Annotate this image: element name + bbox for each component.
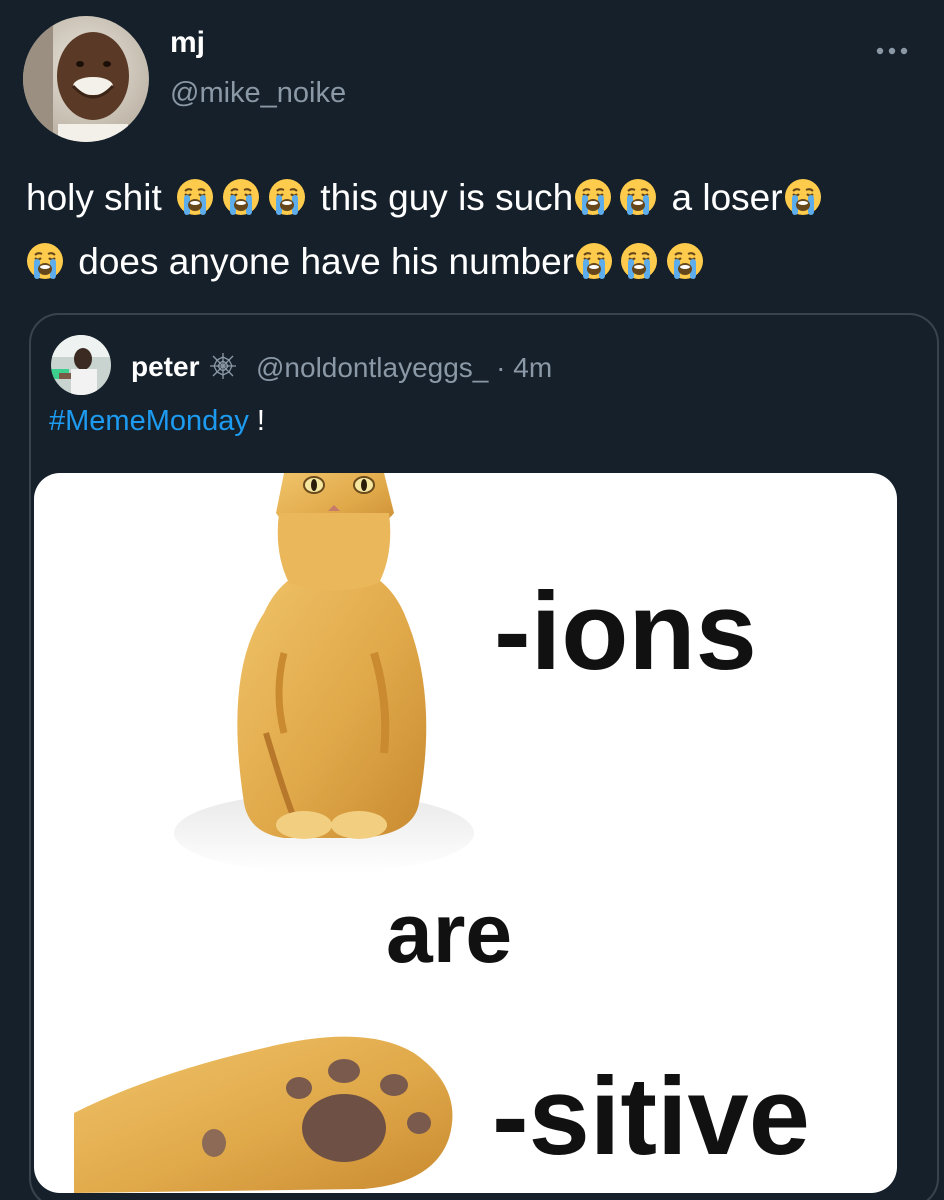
loudly-crying-face-icon (620, 236, 658, 279)
loudly-crying-face-icon (176, 172, 214, 215)
loudly-crying-face-icon (268, 172, 306, 215)
meme-word-ions: -ions (494, 570, 757, 693)
author-display-name[interactable]: mj (170, 26, 205, 60)
meta-separator: · (488, 352, 514, 383)
hashtag-link[interactable]: #MemeMonday (49, 405, 249, 437)
quoted-text-suffix: ! (248, 405, 265, 437)
quoted-tweet-timestamp[interactable]: 4m (513, 352, 552, 383)
quoted-tweet-text: #MemeMonday ! (49, 405, 265, 438)
loudly-crying-face-icon (784, 172, 822, 215)
loudly-crying-face-icon (26, 236, 64, 279)
quoted-author-handle[interactable]: @noldontlayeggs_ (256, 352, 488, 383)
author-avatar[interactable] (23, 16, 149, 142)
loudly-crying-face-icon (575, 236, 613, 279)
tweet-text-segment: a loser (661, 177, 783, 218)
meme-word-sitive: -sitive (492, 1055, 810, 1178)
tweet-text: holy shit this guy is such a loser does … (26, 166, 906, 294)
more-options-icon[interactable] (872, 36, 912, 66)
loudly-crying-face-icon (574, 172, 612, 215)
quoted-author-name[interactable]: peter (131, 351, 199, 383)
spider-web-icon (208, 351, 238, 381)
author-handle[interactable]: @mike_noike (170, 77, 346, 110)
quoted-tweet-meta: @noldontlayeggs_ · 4m (256, 352, 552, 384)
loudly-crying-face-icon (666, 236, 704, 279)
quoted-tweet-card[interactable]: peter @noldontlayeggs_ · 4m #MemeMonday … (29, 313, 939, 1200)
loudly-crying-face-icon (619, 172, 657, 215)
loudly-crying-face-icon (222, 172, 260, 215)
tweet-text-segment: does anyone have his number (68, 241, 575, 282)
tweet-page: mj @mike_noike holy shit this guy is suc… (0, 0, 944, 1200)
quoted-author-avatar[interactable] (51, 335, 111, 395)
tweet-text-segment: holy shit (26, 177, 173, 218)
meme-word-are: are (386, 886, 513, 980)
tweet-text-segment: this guy is such (310, 177, 574, 218)
quoted-tweet-media[interactable]: -ions are -sitive (34, 473, 897, 1193)
